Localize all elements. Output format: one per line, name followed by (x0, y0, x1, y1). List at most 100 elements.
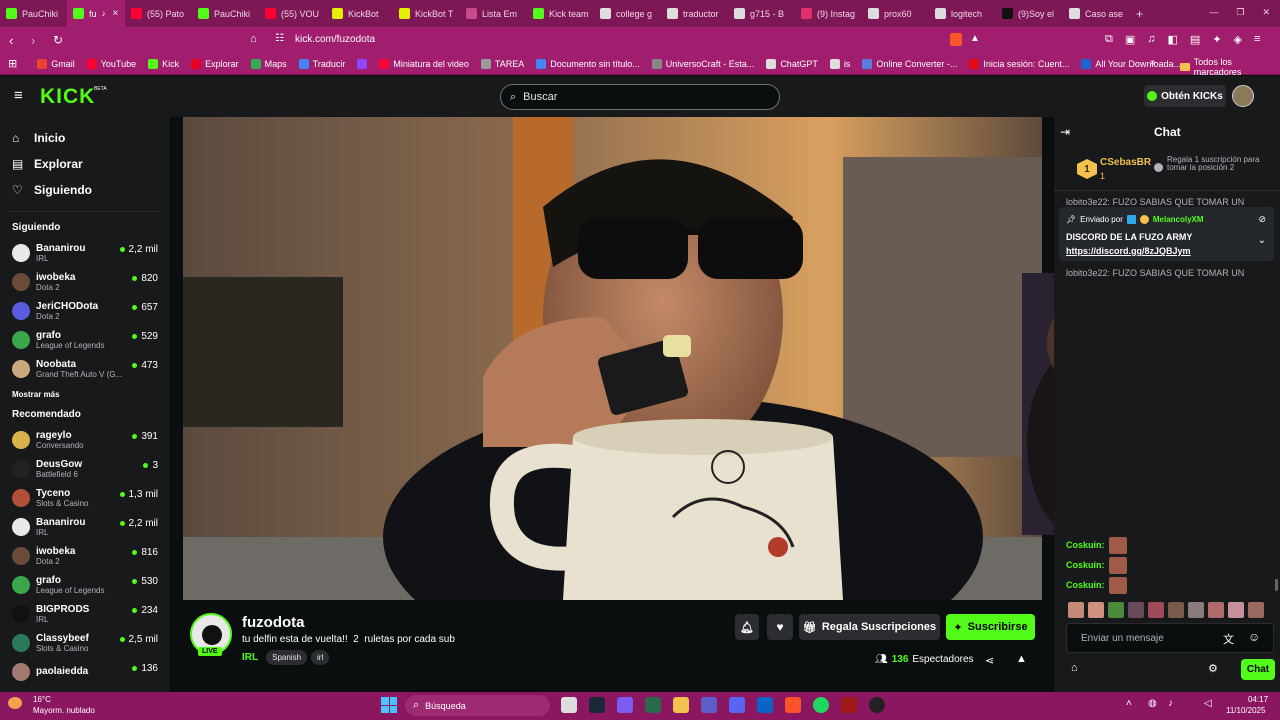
bookmark-item[interactable]: Maps (245, 58, 293, 69)
speaker-icon[interactable]: ♪ (102, 9, 106, 18)
unpin-icon[interactable]: ⊘ (1258, 214, 1266, 225)
nav-explore[interactable]: ▤ Explorar (0, 151, 170, 177)
stream-category[interactable]: IRL (242, 652, 258, 663)
browser-tab[interactable]: fu ♪ × (67, 0, 125, 27)
search-bar[interactable]: ⌕ Buscar (500, 84, 780, 110)
translate-icon[interactable]: 文 (1223, 631, 1234, 647)
volume-icon[interactable]: ◁ (1204, 698, 1212, 709)
bookmark-item[interactable]: Traducir (293, 58, 352, 69)
reload-icon[interactable]: ↻ (53, 33, 67, 47)
show-more-link[interactable]: Mostrar más (0, 385, 170, 405)
search-input[interactable]: Buscar (523, 91, 557, 103)
browser-tab[interactable]: traductor (661, 0, 728, 27)
bookmark-item[interactable]: Online Converter -... (856, 58, 963, 69)
bookmark-item[interactable]: Kick (142, 58, 185, 69)
emoji-icon[interactable]: ☺ (1248, 630, 1260, 644)
clock-time[interactable]: 04:17 (1248, 695, 1268, 704)
chat-settings-icon[interactable]: ⚙ (1208, 662, 1218, 675)
back-icon[interactable]: ‹ (9, 33, 23, 48)
send-chat-button[interactable]: Chat (1241, 659, 1275, 680)
tag-irl[interactable]: irl (311, 650, 330, 665)
browser-tab[interactable]: (55) VOU (259, 0, 326, 27)
outlook-icon[interactable] (757, 697, 773, 713)
browser-tab[interactable]: KickBot T (393, 0, 460, 27)
extension-icon-1[interactable]: ⧉ (1105, 33, 1113, 46)
get-kicks-button[interactable]: Obtén KICKs (1144, 85, 1226, 107)
all-bookmarks[interactable]: Todos los marcadores (1180, 57, 1280, 77)
start-icon[interactable] (381, 697, 397, 713)
bookmark-item[interactable]: Inicia sesión: Cuent... (963, 58, 1075, 69)
brave-rewards-icon[interactable]: ▲ (970, 33, 980, 44)
tray-chevron-icon[interactable]: ˄ (1126, 698, 1132, 709)
browser-tab[interactable]: Kick team (527, 0, 594, 27)
chat-username[interactable]: Coskuin: (1066, 580, 1105, 590)
notifications-button[interactable]: 🔔︎ (735, 614, 759, 640)
network-icon[interactable]: ◍ (1148, 698, 1157, 709)
new-tab-icon[interactable]: + (1136, 7, 1143, 21)
bookmark-item[interactable]: UniversoCraft - Esta... (646, 58, 761, 69)
bookmark-item[interactable]: is (824, 58, 857, 69)
nav-following[interactable]: ♡ Siguiendo (0, 177, 170, 203)
url-field[interactable]: kick.com/fuzodota (295, 34, 375, 45)
hamburger-menu-icon[interactable]: ≡ (14, 88, 23, 103)
video-player[interactable] (183, 117, 1042, 600)
browser-tab[interactable]: g715 - B (728, 0, 795, 27)
copilot-icon[interactable] (617, 697, 633, 713)
restore-icon[interactable]: ❐ (1236, 7, 1244, 18)
bookmark-item[interactable]: ChatGPT (760, 58, 824, 69)
channel-item[interactable]: iwobeka Dota 2 820 (0, 267, 170, 296)
bookmark-item[interactable]: YouTube (81, 58, 142, 69)
site-settings-icon[interactable]: ☷ (275, 33, 284, 44)
emote-icon[interactable] (1108, 602, 1124, 618)
brave-shields-icon[interactable] (950, 33, 962, 46)
weather-desc[interactable]: Mayorm. nublado (33, 706, 95, 715)
media-icon[interactable]: ♫ (1147, 33, 1155, 46)
weather-icon[interactable] (8, 697, 22, 709)
gift-cta[interactable]: Regala 1 suscripción para tomar la posic… (1167, 156, 1277, 172)
emote-icon[interactable] (1168, 602, 1184, 618)
bookmark-item[interactable] (351, 58, 373, 69)
bookmark-item[interactable]: Gmail (31, 58, 81, 69)
minimize-icon[interactable]: — (1209, 7, 1218, 18)
emote-icon[interactable] (1128, 602, 1144, 618)
extension-icon-2[interactable]: ▣ (1125, 33, 1135, 46)
browser-tab[interactable]: Caso ase (1063, 0, 1130, 27)
channel-item[interactable]: Bananirou IRL 2,2 mil (0, 238, 170, 267)
spotify-icon[interactable] (813, 697, 829, 713)
microphone-icon[interactable]: ♪ (1168, 698, 1173, 709)
follow-button[interactable]: ♥ (767, 614, 793, 640)
channel-item[interactable]: Tyceno Slots & Casino 1,3 mil (0, 483, 170, 512)
brave-icon[interactable] (785, 697, 801, 713)
pinned-link[interactable]: https://discord.gg/8zJQBJym (1066, 246, 1191, 256)
steam-icon[interactable] (589, 697, 605, 713)
sidebar-toggle-icon[interactable]: ◧ (1168, 33, 1178, 46)
browser-tab[interactable]: Lista Em (460, 0, 527, 27)
task-view-icon[interactable] (561, 697, 577, 713)
tag-spanish[interactable]: Spanish (266, 650, 308, 665)
app-icon[interactable] (841, 697, 857, 713)
gift-subs-button[interactable]: 🎁︎ Regala Suscripciones (799, 614, 940, 640)
chat-input[interactable]: Enviar un mensaje 文 ☺ (1066, 623, 1274, 653)
channel-item[interactable]: DeusGow Battlefield 63 (0, 454, 170, 483)
forward-icon[interactable]: › (31, 33, 45, 48)
share-icon[interactable]: ⋖ (985, 654, 994, 667)
kick-logo[interactable]: KICK (40, 85, 95, 109)
browser-tab[interactable]: PauChiki (0, 0, 67, 27)
bookmark-item[interactable]: All Your Downloada... (1075, 58, 1187, 69)
bookmark-item[interactable]: Miniatura del video (373, 58, 475, 69)
channel-name[interactable]: fuzodota (242, 614, 304, 631)
channel-item[interactable]: paolaiedda 136 (0, 657, 170, 686)
weather-temp[interactable]: 16°C (33, 695, 51, 704)
teams-icon[interactable] (701, 697, 717, 713)
taskbar-search[interactable]: ⌕ Búsqueda (405, 695, 550, 716)
close-window-icon[interactable]: ✕ (1262, 7, 1270, 18)
bookmark-icon[interactable]: ⌂ (250, 33, 257, 45)
wallet-icon[interactable]: ▤ (1190, 33, 1200, 46)
report-icon[interactable]: ▲ (1016, 653, 1027, 665)
collapse-chat-icon[interactable]: ⇥ (1060, 125, 1070, 139)
obs-icon[interactable] (869, 697, 885, 713)
notes-icon[interactable] (645, 697, 661, 713)
vpn-icon[interactable]: ◈ (1234, 33, 1242, 46)
chat-scrollbar[interactable] (1275, 579, 1278, 591)
chat-username[interactable]: Coskuin: (1066, 560, 1105, 570)
